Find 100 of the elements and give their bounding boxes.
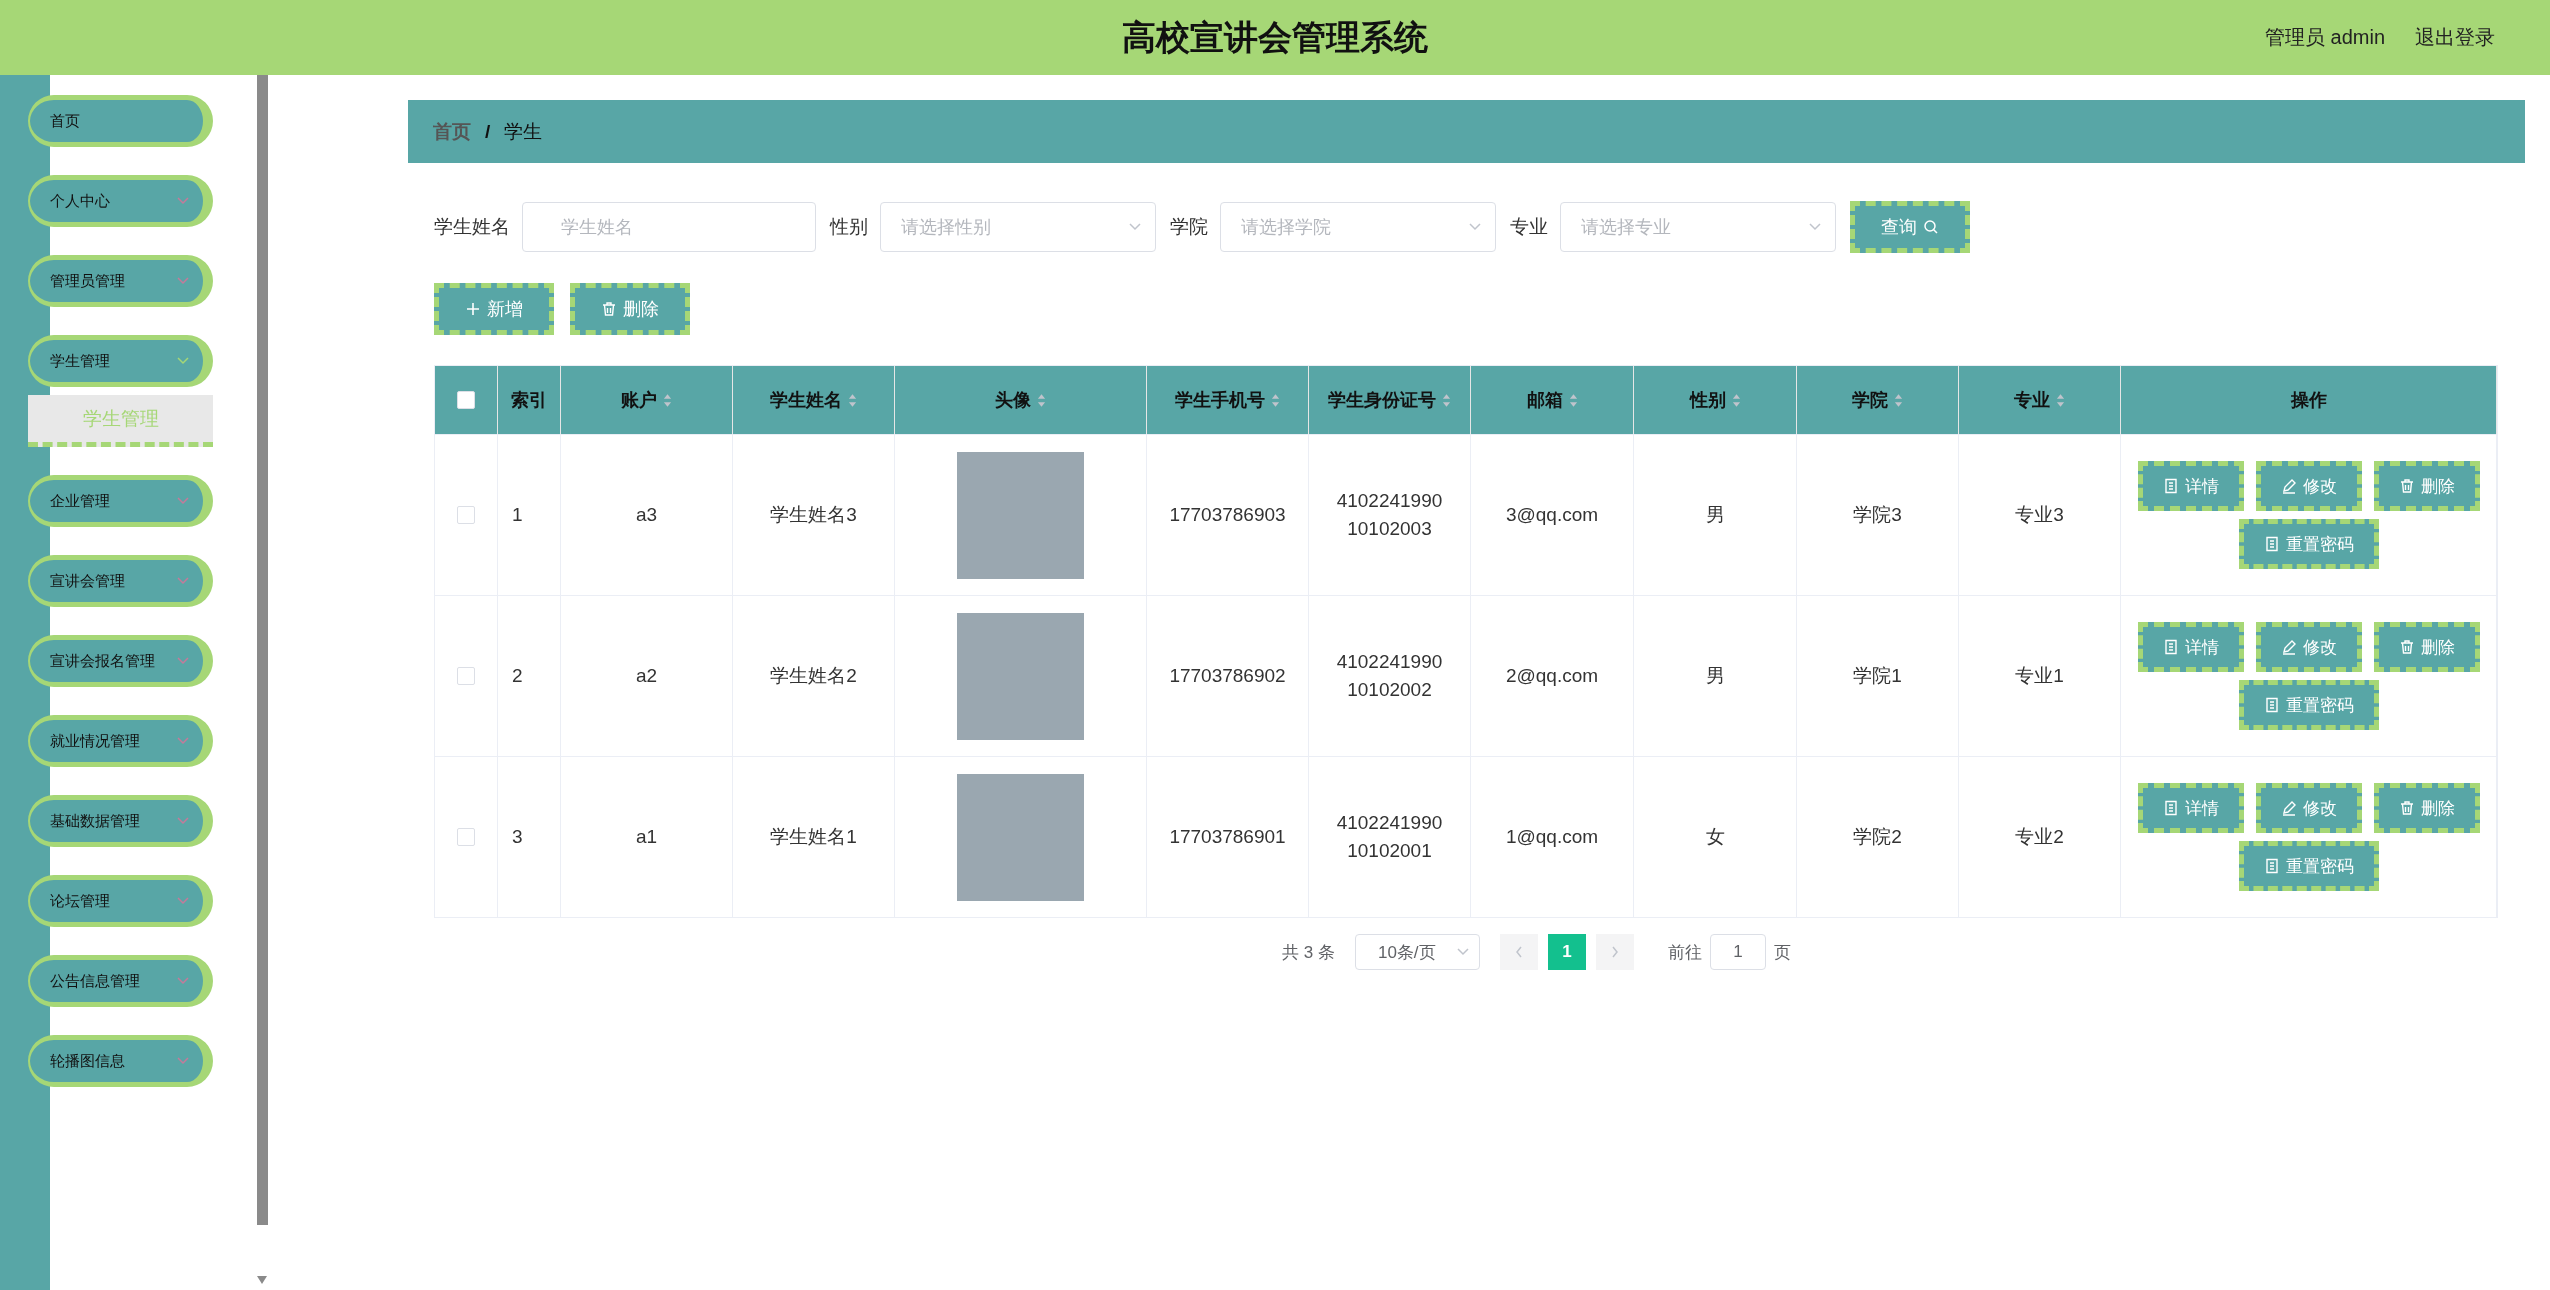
row-checkbox[interactable]: [457, 667, 475, 685]
sidebar-item[interactable]: 个人中心: [28, 175, 213, 227]
sidebar-item[interactable]: 论坛管理: [28, 875, 213, 927]
reset-password-button[interactable]: 重置密码: [2238, 841, 2379, 891]
sort-icon[interactable]: [1271, 392, 1280, 408]
sort-icon[interactable]: [1442, 392, 1451, 408]
column-header: 账户: [621, 389, 657, 412]
table-cell-text: 学生姓名1: [770, 825, 857, 849]
filter-label: 专业: [1510, 215, 1548, 239]
table-cell: 2: [512, 665, 523, 687]
logout-link[interactable]: 退出登录: [2415, 24, 2495, 51]
row-checkbox[interactable]: [457, 828, 475, 846]
page-input[interactable]: 1: [1709, 934, 1766, 970]
sort-icon[interactable]: [1568, 392, 1578, 408]
table-cell-text: 学生姓名3: [770, 503, 857, 527]
sidebar-item[interactable]: 公告信息管理: [28, 955, 213, 1007]
table-cell-text: 男: [1705, 503, 1725, 527]
table-cell-text: 学院1: [1853, 664, 1902, 688]
sidebar-item[interactable]: 就业情况管理: [28, 715, 213, 767]
sort-icon[interactable]: [1894, 392, 1903, 408]
table-cell: 17703786902: [1169, 665, 1286, 687]
user-label: 管理员 admin: [2264, 25, 2385, 50]
table-cell-text: 学院2: [1853, 825, 1902, 849]
column-header: 操作: [2290, 389, 2327, 412]
table-cell-text: 410224199010102002: [1335, 650, 1444, 702]
sidebar-item[interactable]: 管理员管理: [28, 255, 213, 307]
column-header: 邮箱: [1526, 389, 1563, 412]
sort-icon[interactable]: [2056, 392, 2065, 408]
previous-page-button[interactable]: [1499, 934, 1538, 970]
breadcrumb-current: 学生: [504, 119, 543, 144]
total-count: 共 3 条: [1282, 941, 1335, 964]
reset-password-button[interactable]: 重置密码: [2238, 519, 2379, 569]
scroll-down-icon[interactable]: [256, 1275, 268, 1285]
page-number[interactable]: 1: [1547, 934, 1586, 970]
app-title: 高校宣讲会管理系统: [1122, 16, 1428, 58]
chevron-down-icon: [1809, 223, 1821, 231]
table-cell: 17703786903: [1169, 504, 1286, 526]
select-all-checkbox[interactable]: [457, 391, 475, 409]
column-header: 性别: [1689, 389, 1726, 412]
sort-icon[interactable]: [848, 392, 857, 408]
table-cell: 2@qq.com: [1505, 665, 1599, 687]
select-field[interactable]: 请选择学院: [1220, 202, 1496, 252]
sidebar-item[interactable]: 宣讲会管理: [28, 555, 213, 607]
table-cell: a3: [635, 504, 658, 526]
trash-icon: [2398, 478, 2415, 494]
reset-password-button[interactable]: 重置密码: [2238, 680, 2379, 730]
sort-icon[interactable]: [663, 392, 672, 408]
delete-button[interactable]: 删除: [2373, 461, 2480, 511]
trash-icon: [601, 301, 617, 317]
name-input[interactable]: 学生姓名: [522, 202, 816, 252]
trash-icon: [2398, 639, 2415, 655]
plus-icon: [465, 301, 481, 317]
edit-button[interactable]: 修改: [2255, 783, 2362, 833]
chevron-down-icon: [177, 897, 189, 905]
page-suffix: 页: [1773, 941, 1791, 964]
pencil-icon: [2280, 478, 2297, 494]
edit-button[interactable]: 修改: [2255, 622, 2362, 672]
chevron-down-icon: [177, 357, 189, 365]
chevron-down-icon: [1469, 223, 1481, 231]
delete-button[interactable]: 删除: [2373, 783, 2480, 833]
document-icon: [2263, 858, 2280, 874]
chevron-down-icon: [177, 737, 189, 745]
detail-button[interactable]: 详情: [2137, 461, 2244, 511]
table-cell-text: 410224199010102001: [1335, 811, 1444, 863]
sidebar-item[interactable]: 轮播图信息: [28, 1035, 213, 1087]
table-cell: 17703786901: [1169, 826, 1286, 848]
goto-label: 前往: [1667, 941, 1702, 964]
table-cell: 1: [512, 504, 523, 526]
delete-button[interactable]: 删除: [570, 283, 690, 335]
select-field[interactable]: 请选择专业: [1560, 202, 1836, 252]
breadcrumb-link[interactable]: 首页: [433, 118, 471, 145]
page-size-select[interactable]: 10条/页: [1354, 934, 1480, 970]
edit-button[interactable]: 修改: [2255, 461, 2362, 511]
sidebar-item[interactable]: 宣讲会报名管理: [28, 635, 213, 687]
sidebar-item[interactable]: 学生管理: [28, 335, 213, 387]
document-icon: [2162, 639, 2179, 655]
search-button[interactable]: 查询: [1850, 201, 1970, 253]
sidebar-item[interactable]: 企业管理: [28, 475, 213, 527]
table-cell: a2: [635, 665, 658, 687]
sidebar-item[interactable]: 首页: [28, 95, 213, 147]
filter-label: 性别: [830, 215, 868, 239]
delete-button[interactable]: 删除: [2373, 622, 2480, 672]
chevron-down-icon: [177, 977, 189, 985]
document-icon: [2263, 697, 2280, 713]
sidebar-item[interactable]: 基础数据管理: [28, 795, 213, 847]
sort-icon[interactable]: [1037, 392, 1046, 408]
detail-button[interactable]: 详情: [2137, 783, 2244, 833]
add-button[interactable]: 新增: [434, 283, 554, 335]
select-field[interactable]: 请选择性别: [880, 202, 1156, 252]
document-icon: [2162, 800, 2179, 816]
table-cell: 3@qq.com: [1505, 504, 1599, 526]
next-page-button[interactable]: [1595, 934, 1634, 970]
column-header: 学生身份证号: [1328, 389, 1436, 412]
chevron-left-icon: [1514, 946, 1523, 958]
column-header: 学生手机号: [1175, 389, 1265, 412]
row-checkbox[interactable]: [457, 506, 475, 524]
sort-icon[interactable]: [1731, 392, 1741, 408]
chevron-down-icon: [1129, 223, 1141, 231]
scrollbar-thumb[interactable]: [256, 75, 268, 1225]
detail-button[interactable]: 详情: [2137, 622, 2244, 672]
